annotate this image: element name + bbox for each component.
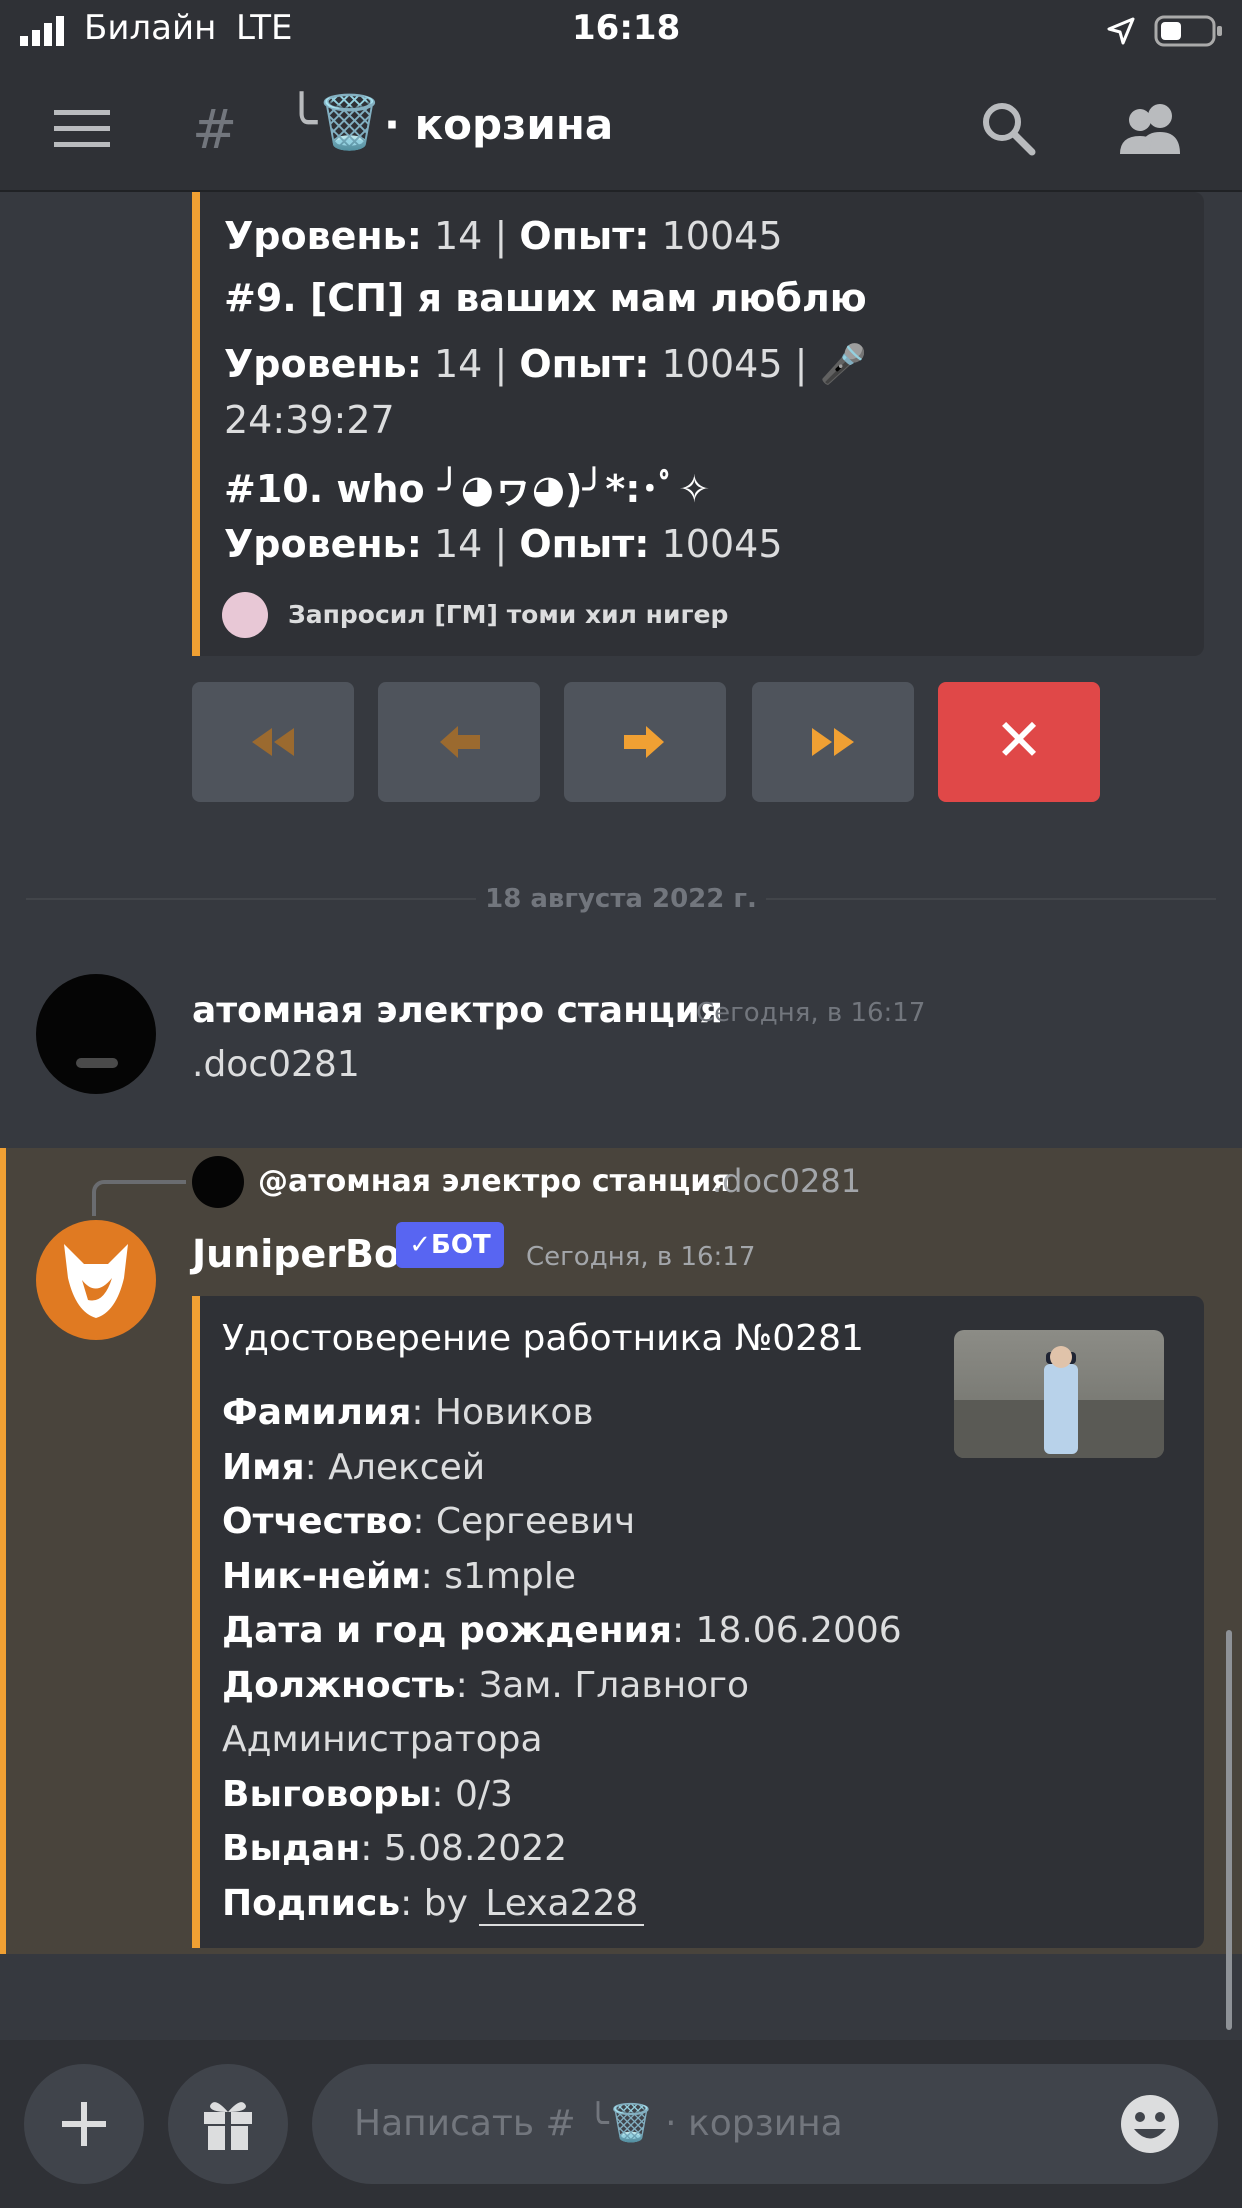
embed-accent-bar: [192, 192, 200, 656]
rank-9-voice-time: 24:39:27: [224, 398, 395, 442]
message-input[interactable]: Написать # ╰🗑️ · корзина: [312, 2064, 1218, 2184]
rank-10-stats: Уровень: 14 | Опыт: 10045: [224, 522, 783, 566]
last-page-button[interactable]: [752, 682, 914, 802]
left-arrow-icon: [440, 726, 480, 758]
leaderboard-rank-9: #9. [СП] я ваших мам люблю: [224, 276, 867, 320]
network-label: LTE: [236, 8, 293, 48]
embed-title: Удостоверение работника №0281: [222, 1318, 864, 1359]
message-author[interactable]: атомная электро станция: [192, 990, 723, 1031]
field-birthdate: Дата и год рождения: 18.06.2006: [222, 1610, 902, 1651]
gift-icon: [204, 2102, 252, 2150]
message-text: .doc0281: [192, 1044, 360, 1085]
reply-author[interactable]: @атомная электро станция: [258, 1164, 731, 1199]
date-divider: 18 августа 2022 г.: [485, 884, 757, 914]
reply-text[interactable]: .doc0281: [712, 1162, 861, 1200]
embed-footer: Запросил [ГМ] томи хил нигер: [288, 600, 729, 629]
reply-avatar: [192, 1156, 244, 1208]
next-page-button[interactable]: [564, 682, 726, 802]
plus-icon: [62, 2102, 106, 2146]
bot-author[interactable]: JuniperBot: [192, 1232, 418, 1276]
reply-spine: [92, 1180, 186, 1216]
signature-value: Lexa228: [479, 1882, 645, 1926]
field-surname: Фамилия: Новиков: [222, 1392, 594, 1433]
channel-prefix: ╰🗑️: [286, 93, 383, 153]
right-arrow-icon: [624, 726, 664, 758]
bot-tag-badge: ✓БОТ: [396, 1222, 504, 1268]
signal-icon: [20, 16, 72, 46]
channel-name: · корзина: [384, 100, 614, 149]
search-icon[interactable]: [980, 100, 1036, 156]
requester-avatar: [222, 592, 268, 638]
prev-page-button[interactable]: [378, 682, 540, 802]
leaderboard-embed: Уровень: 14 | Опыт: 10045 #9. [СП] я ваш…: [192, 192, 1204, 656]
double-right-arrow-icon: [812, 728, 854, 756]
time-label: 16:18: [572, 8, 681, 48]
attach-button[interactable]: [24, 2064, 144, 2184]
double-left-arrow-icon: [252, 728, 294, 756]
composer-bar: Написать # ╰🗑️ · корзина: [0, 2040, 1242, 2208]
location-icon: [1106, 16, 1136, 46]
close-button[interactable]: ✕: [938, 682, 1100, 802]
field-reprimands: Выговоры: 0/3: [222, 1773, 513, 1815]
field-position: Должность: Зам. Главного: [222, 1664, 750, 1706]
divider-line-right: [766, 898, 1216, 900]
avatar[interactable]: [36, 974, 156, 1094]
field-issued: Выдан: 5.08.2022: [222, 1828, 568, 1869]
field-name: Имя: Алексей: [222, 1446, 486, 1488]
bot-timestamp: Сегодня, в 16:17: [526, 1242, 756, 1272]
fox-logo-icon: [64, 1244, 128, 1318]
status-bar: Билайн LTE 16:18: [0, 0, 1242, 64]
message-input-placeholder: Написать # ╰🗑️ · корзина: [354, 2103, 843, 2144]
field-nickname: Ник-нейм: s1mple: [222, 1555, 576, 1597]
menu-icon[interactable]: [54, 108, 112, 148]
members-icon[interactable]: [1118, 100, 1184, 156]
channel-header: # ╰🗑️ · корзина: [0, 64, 1242, 192]
emoji-icon[interactable]: [1120, 2094, 1180, 2154]
close-icon: ✕: [994, 706, 1044, 774]
first-page-button[interactable]: [192, 682, 354, 802]
divider-line-left: [26, 898, 476, 900]
field-patronymic: Отчество: Сергеевич: [222, 1501, 636, 1542]
mention-bar: [0, 1148, 6, 1954]
scrollbar-thumb[interactable]: [1226, 1630, 1232, 2030]
id-card-embed: Удостоверение работника №0281 Фамилия: Н…: [192, 1296, 1204, 1948]
embed-thumbnail[interactable]: [954, 1330, 1164, 1458]
leaderboard-rank-10: #10. who ╯◕ヮ◕)╯*:･ﾟ✧: [224, 467, 711, 511]
embed-field-list: Фамилия: Новиков Имя: Алексей Отчество: …: [222, 1386, 902, 1931]
embed-accent-bar: [192, 1296, 200, 1948]
message-timestamp: Сегодня, в 16:17: [696, 998, 926, 1028]
field-signature: Подпись: by Lexa228: [222, 1877, 902, 1932]
channel-hash-icon: #: [192, 98, 238, 161]
field-position-cont: Администратора: [222, 1719, 543, 1760]
top-stats-line: Уровень: 14 | Опыт: 10045: [224, 214, 783, 258]
battery-icon: [1154, 14, 1224, 48]
carrier-label: Билайн: [84, 8, 217, 48]
gift-button[interactable]: [168, 2064, 288, 2184]
rank-9-stats: Уровень: 14 | Опыт: 10045 | 🎤: [224, 342, 867, 386]
bot-avatar[interactable]: [36, 1220, 156, 1340]
